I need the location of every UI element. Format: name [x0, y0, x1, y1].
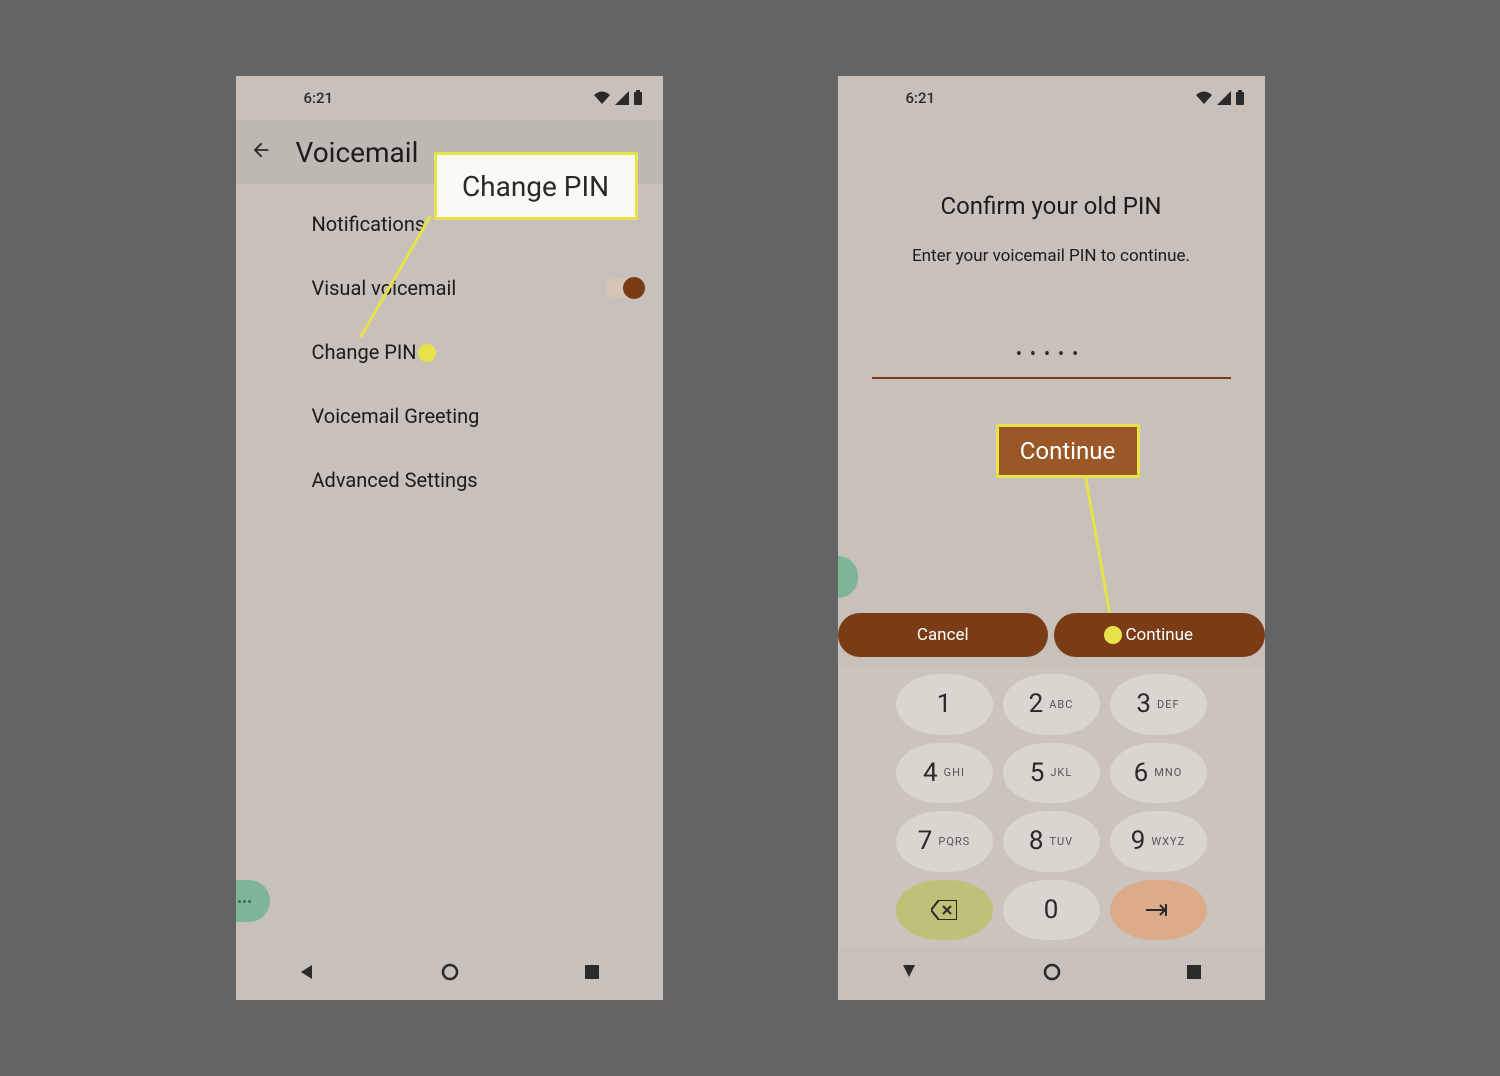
key-letters: DEF [1157, 698, 1180, 711]
keypad: 1 2 ABC 3 DEF 4 GHI 5 JKL 6 MNO 7 PQRS 8 TUV 9W… [838, 666, 1265, 948]
status-time: 6:21 [906, 89, 936, 107]
key-2[interactable]: 2 ABC [1003, 674, 1100, 735]
phone-voicemail-settings: 6:21 Voicemail Notifications Visual voic… [236, 76, 663, 1000]
settings-list: Notifications Visual voicemail Change PI… [236, 184, 663, 520]
key-letters: JKL [1050, 766, 1072, 779]
key-digit: 4 [923, 758, 938, 788]
key-9[interactable]: 9 WXYZ [1110, 811, 1207, 872]
callout-continue: Continue [996, 424, 1140, 478]
settings-item-label: Notifications [312, 212, 426, 236]
visual-voicemail-toggle[interactable] [605, 278, 643, 298]
key-enter[interactable] [1110, 880, 1207, 941]
key-digit: 6 [1134, 758, 1149, 788]
wifi-icon [1195, 91, 1213, 105]
page-title: Voicemail [296, 136, 419, 169]
callout-marker-dot [418, 344, 436, 362]
key-letters: ABC [1049, 698, 1073, 711]
cancel-button[interactable]: Cancel [838, 613, 1049, 657]
pin-header: Confirm your old PIN Enter your voicemai… [838, 120, 1265, 266]
callout-marker-dot [1104, 626, 1122, 644]
key-digit: 7 [918, 826, 933, 856]
backspace-icon [931, 900, 957, 920]
key-backspace[interactable] [896, 880, 993, 941]
nav-recent-icon[interactable] [1186, 964, 1202, 984]
key-digit: 2 [1029, 689, 1044, 719]
fab-peek[interactable] [236, 880, 270, 922]
key-letters: PQRS [938, 835, 970, 848]
key-digit: 1 [937, 689, 952, 719]
nav-back-icon[interactable] [298, 963, 316, 985]
toggle-knob [623, 277, 645, 299]
key-digit: 9 [1131, 826, 1146, 856]
key-digit: 5 [1030, 758, 1045, 788]
key-8[interactable]: 8 TUV [1003, 811, 1100, 872]
key-letters: GHI [944, 766, 965, 779]
settings-item-label: Change PIN [312, 340, 417, 364]
key-0[interactable]: 0 [1003, 880, 1100, 941]
nav-recent-icon[interactable] [584, 964, 600, 984]
nav-bar [838, 948, 1265, 1000]
settings-item-advanced[interactable]: Advanced Settings [236, 448, 663, 512]
settings-item-label: Voicemail Greeting [312, 404, 480, 428]
key-digit: 3 [1136, 689, 1151, 719]
nav-home-icon[interactable] [441, 963, 459, 985]
settings-item-label: Advanced Settings [312, 468, 478, 492]
pin-input[interactable]: ••••• [872, 344, 1231, 379]
key-1[interactable]: 1 [896, 674, 993, 735]
key-4[interactable]: 4 GHI [896, 743, 993, 804]
battery-icon [1235, 90, 1245, 106]
settings-item-change-pin[interactable]: Change PIN [236, 320, 663, 384]
battery-icon [633, 90, 643, 106]
wifi-icon [593, 91, 611, 105]
signal-icon [1217, 91, 1231, 105]
nav-bar [236, 948, 663, 1000]
callout-change-pin: Change PIN [434, 152, 638, 220]
dialog-button-row: Cancel Continue [838, 613, 1265, 657]
key-digit: 0 [1044, 895, 1059, 925]
status-bar: 6:21 [838, 76, 1265, 120]
key-digit: 8 [1029, 826, 1044, 856]
phone-confirm-pin: 6:21 Confirm your old PIN Enter your voi… [838, 76, 1265, 1000]
key-letters: TUV [1049, 835, 1073, 848]
status-time: 6:21 [304, 89, 334, 107]
key-6[interactable]: 6 MNO [1110, 743, 1207, 804]
status-icons [1195, 90, 1245, 106]
nav-back-icon[interactable] [900, 963, 918, 985]
pin-subtitle: Enter your voicemail PIN to continue. [838, 246, 1265, 266]
key-5[interactable]: 5 JKL [1003, 743, 1100, 804]
key-letters: MNO [1154, 766, 1182, 779]
key-letters: WXYZ [1151, 835, 1185, 848]
continue-button[interactable]: Continue [1054, 613, 1265, 657]
enter-icon [1146, 902, 1170, 918]
key-7[interactable]: 7 PQRS [896, 811, 993, 872]
settings-item-greeting[interactable]: Voicemail Greeting [236, 384, 663, 448]
pin-title: Confirm your old PIN [838, 192, 1265, 220]
settings-item-visual-voicemail[interactable]: Visual voicemail [236, 256, 663, 320]
key-3[interactable]: 3 DEF [1110, 674, 1207, 735]
nav-home-icon[interactable] [1043, 963, 1061, 985]
status-icons [593, 90, 643, 106]
status-bar: 6:21 [236, 76, 663, 120]
back-icon[interactable] [250, 139, 272, 165]
fab-peek[interactable] [838, 556, 858, 598]
signal-icon [615, 91, 629, 105]
